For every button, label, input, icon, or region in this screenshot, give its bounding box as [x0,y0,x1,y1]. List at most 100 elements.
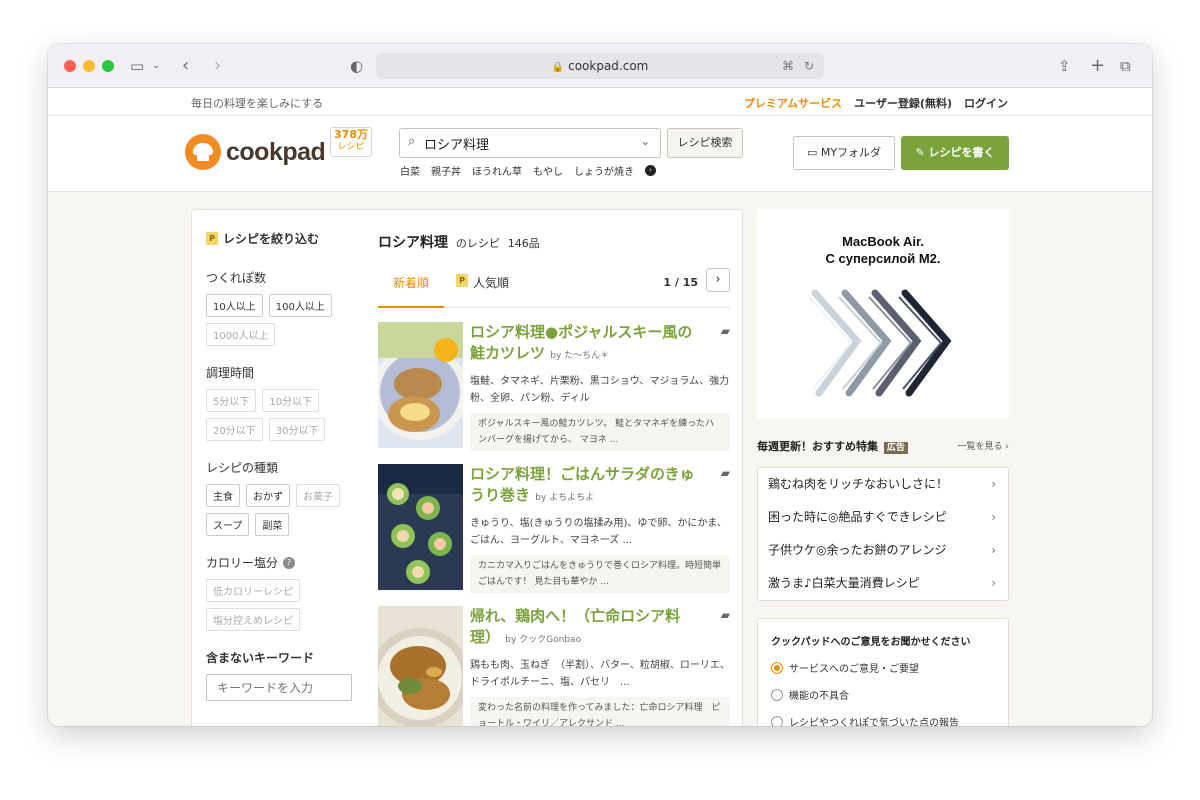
results-list: ロシア料理 のレシピ 146品 新着順 P 人気順 1 / 15 › [378,232,730,308]
lock-icon: 🔒 [551,62,565,73]
filter-chip[interactable]: 主食 [206,484,240,507]
new-tab-icon[interactable]: + [1090,55,1105,77]
translate-icon[interactable]: ⌘ [782,53,794,79]
tab-popular[interactable]: P 人気順 [456,274,509,291]
feature-item[interactable]: 困った時に◎絶品すぐできレシピ › [758,501,1008,534]
keyword-link[interactable]: ほうれん草 [472,163,522,178]
recipe-title[interactable]: ロシア料理！ごはんサラダのきゅうり巻き by よちよちよ [470,464,706,509]
next-page-button[interactable]: › [706,268,730,292]
recipe-author[interactable]: by た〜ちん＊ [550,351,609,361]
premium-icon: P [206,232,218,245]
save-to-folder-icon[interactable]: ▰ [721,324,730,338]
premium-link[interactable]: プレミアムサービス [744,95,842,111]
minimize-window-button[interactable] [83,60,95,72]
page-indicator: 1 / 15 [663,276,698,289]
radio[interactable] [771,715,783,726]
filter-chip[interactable]: 5分以下 [206,389,257,412]
chevron-down-icon[interactable]: ⌄ [152,55,160,77]
keyword-link[interactable]: 白菜 [400,163,420,178]
filter-chip[interactable]: 副菜 [255,513,290,536]
login-link[interactable]: ログイン [964,95,1008,111]
filter-chip[interactable]: お菓子 [296,484,340,507]
filter-chip[interactable]: 低カロリーレシピ [206,579,300,602]
chevron-down-icon[interactable]: ⌄ [641,135,650,148]
survey-option[interactable]: 機能の不具合 [771,687,1008,702]
feature-item[interactable]: 激うま♪白菜大量消費レシピ › [758,567,1008,600]
recipe-title[interactable]: ロシア料理●ポジャルスキー風の鮭カツレツ by た〜ちん＊ [470,322,706,367]
filter-chip[interactable]: 30分以下 [268,418,326,441]
recipe-author[interactable]: by よちよちよ [535,493,594,503]
radio-selected[interactable] [771,661,783,674]
filter-chip[interactable]: 100人以上 [268,294,332,317]
keyword-link[interactable]: 親子丼 [431,163,461,178]
feature-item[interactable]: 鶏むね肉をリッチなおいしさに！ › [758,468,1008,501]
recipe-description: ポジャルスキー風の鮭カツレツ。 鮭とタマネギを練ったハンバーグを揚げてから、 マ… [470,413,730,451]
filter-chip[interactable]: おかず [246,484,290,507]
my-folder-button[interactable]: ▭ MYフォルダ [793,136,895,170]
sidebar-icon[interactable]: ▭ [130,55,144,77]
recipe-photo[interactable] [378,464,463,590]
advertisement[interactable]: MacBook Air. С суперсилой M2. [757,209,1009,419]
recipe-author[interactable]: by クックGonbao [505,635,581,645]
register-link[interactable]: ユーザー登録(無料) [854,95,952,111]
cucumber-rolls-photo [378,464,463,590]
filter-sidebar: P レシピを絞り込む つくれぽ数 10人以上 100人以上 1000人以上 調理… [206,230,356,701]
reload-icon[interactable]: ↻ [804,53,814,79]
filter-section-label: 含まないキーワード [206,651,315,665]
survey-option[interactable]: レシピやつくれぽで気づいた点の報告 [771,714,1008,726]
recipe-card[interactable]: ロシア料理●ポジャルスキー風の鮭カツレツ by た〜ちん＊ ▰ 塩鮭、タマネギ、… [378,322,730,451]
filter-chip[interactable]: 10分以下 [262,389,320,412]
ad-tag: 広告 [883,442,908,454]
recipe-title[interactable]: 帰れ、鶏肉へ！（亡命ロシア料理） by クックGonbao [470,606,706,651]
results-suffix: のレシピ [455,237,500,250]
zoom-window-button[interactable] [102,60,114,72]
recipe-card[interactable]: 帰れ、鶏肉へ！（亡命ロシア料理） by クックGonbao ▰ 鶏もも肉、玉ねぎ… [378,606,730,726]
recipe-description: 変わった名前の料理を作ってみました：亡命ロシア料理 ピョートル・ワイリ／アレクサ… [470,697,730,726]
search-box[interactable]: ⌕ ⌄ [399,128,661,158]
filter-chip[interactable]: 10人以上 [206,294,263,317]
recipe-card[interactable]: ロシア料理！ごはんサラダのきゅうり巻き by よちよちよ ▰ きゅうり、塩(きゅ… [378,464,730,593]
recipe-search-button[interactable]: レシピ検索 [667,128,743,158]
keyword-link[interactable]: しょうが焼き [574,163,634,178]
help-icon[interactable]: ? [283,556,296,569]
feature-item-label: 困った時に◎絶品すぐできレシピ [768,510,947,524]
feature-item-label: 鶏むね肉をリッチなおいしさに！ [768,477,949,491]
cookpad-logo[interactable]: cookpad [185,134,326,170]
exclude-keyword-input[interactable] [206,674,352,701]
privacy-shield-icon[interactable]: ◐ [350,55,363,77]
tab-overview-icon[interactable]: ⧉ [1120,55,1131,77]
filter-chip[interactable]: 20分以下 [206,418,263,441]
ad-line-1: MacBook Air. [842,234,924,249]
filter-section-calorie: カロリー塩分 ? 低カロリーレシピ 塩分控えめレシピ [206,554,356,631]
share-icon[interactable]: ⇪ [1058,55,1071,77]
radio[interactable] [771,688,783,701]
filter-chip[interactable]: 1000人以上 [206,323,276,346]
see-all-link[interactable]: 一覧を見る › [958,439,1009,452]
chicken-dish-photo [378,606,463,726]
recipe-photo[interactable] [378,322,463,448]
keyword-link[interactable]: もやし [533,163,563,178]
premium-icon: P [456,274,468,287]
tab-newest[interactable]: 新着順 [378,274,444,308]
survey-option[interactable]: サービスへのご意見・ご要望 [771,660,1008,675]
chevron-right-icon: › [991,477,996,491]
chevron-right-icon: › [991,576,996,590]
write-recipe-button[interactable]: ✎ レシピを書く [901,136,1009,170]
browser-toolbar: ▭ ⌄ ‹ › ◐ 🔒 cookpad.com ⌘ ↻ ⇪ + ⧉ [48,44,1152,88]
save-to-folder-icon[interactable]: ▰ [721,466,730,480]
forward-icon[interactable]: › [214,55,221,77]
more-keywords-icon[interactable]: › [645,165,656,176]
features-header: 毎週更新！おすすめ特集 広告 一覧を見る › [757,438,1009,454]
feature-item[interactable]: 子供ウケ◎余ったお餅のアレンジ › [758,534,1008,567]
recipe-photo[interactable] [378,606,463,726]
close-window-button[interactable] [64,60,76,72]
filter-chip[interactable]: 塩分控えめレシピ [206,608,300,631]
recipe-count-number: 378万 [334,128,368,141]
filter-section-label: レシピの種類 [206,461,279,475]
site-header: cookpad 378万 レシピ ⌕ ⌄ レシピ検索 白菜 親子丼 ほうれん草 … [48,116,1152,192]
back-icon[interactable]: ‹ [182,55,189,77]
search-input[interactable] [424,133,634,153]
filter-chip[interactable]: スープ [206,513,250,536]
address-bar[interactable]: 🔒 cookpad.com ⌘ ↻ [376,53,824,79]
save-to-folder-icon[interactable]: ▰ [721,608,730,622]
